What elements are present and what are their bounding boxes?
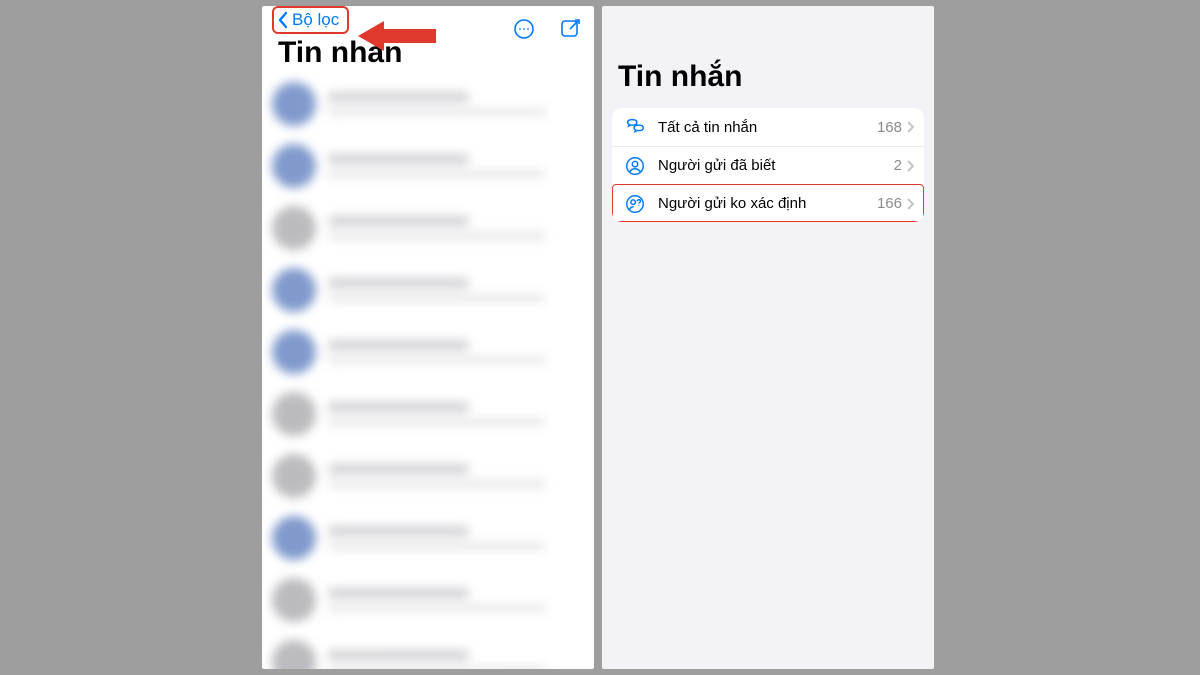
filter-count: 166	[877, 195, 902, 212]
filter-label: Tất cả tin nhắn	[658, 119, 877, 136]
filter-count: 2	[894, 157, 902, 174]
nav-bar: Bộ lọc	[262, 6, 594, 34]
person-question-icon	[624, 193, 646, 215]
filter-count: 168	[877, 119, 902, 136]
message-row[interactable]	[272, 454, 584, 498]
message-row[interactable]	[272, 82, 584, 126]
phone-left-messages-list: Bộ lọc Tin nhắn	[262, 6, 594, 669]
back-label: Bộ lọc	[292, 10, 339, 30]
message-row[interactable]	[272, 268, 584, 312]
phone-right-filters: Tin nhắn Tất cả tin nhắn 168 Người gửi đ…	[602, 6, 934, 669]
filter-unknown-senders[interactable]: Người gửi ko xác định 166	[612, 184, 924, 222]
chevron-right-icon	[906, 121, 914, 133]
message-row[interactable]	[272, 206, 584, 250]
chevron-left-icon	[276, 10, 290, 30]
message-row[interactable]	[272, 330, 584, 374]
message-row[interactable]	[272, 516, 584, 560]
message-row[interactable]	[272, 392, 584, 436]
filter-label: Người gửi đã biết	[658, 157, 894, 174]
compose-icon[interactable]	[558, 17, 582, 41]
back-filter-button[interactable]: Bộ lọc	[272, 6, 349, 34]
filter-label: Người gửi ko xác định	[658, 195, 877, 212]
filter-all-messages[interactable]: Tất cả tin nhắn 168	[612, 108, 924, 146]
person-circle-icon	[624, 155, 646, 177]
message-row[interactable]	[272, 578, 584, 622]
messages-list-blurred	[262, 76, 594, 669]
message-row[interactable]	[272, 640, 584, 669]
chevron-right-icon	[906, 160, 914, 172]
message-row[interactable]	[272, 144, 584, 188]
chevron-right-icon	[906, 198, 914, 210]
more-icon[interactable]	[512, 17, 536, 41]
screenshot-pair: Bộ lọc Tin nhắn Tin nhắn	[262, 6, 934, 669]
nav-actions	[512, 6, 582, 52]
filter-known-senders[interactable]: Người gửi đã biết 2	[612, 146, 924, 184]
page-title: Tin nhắn	[602, 6, 934, 108]
chat-bubbles-icon	[624, 116, 646, 138]
filter-list: Tất cả tin nhắn 168 Người gửi đã biết 2	[612, 108, 924, 222]
